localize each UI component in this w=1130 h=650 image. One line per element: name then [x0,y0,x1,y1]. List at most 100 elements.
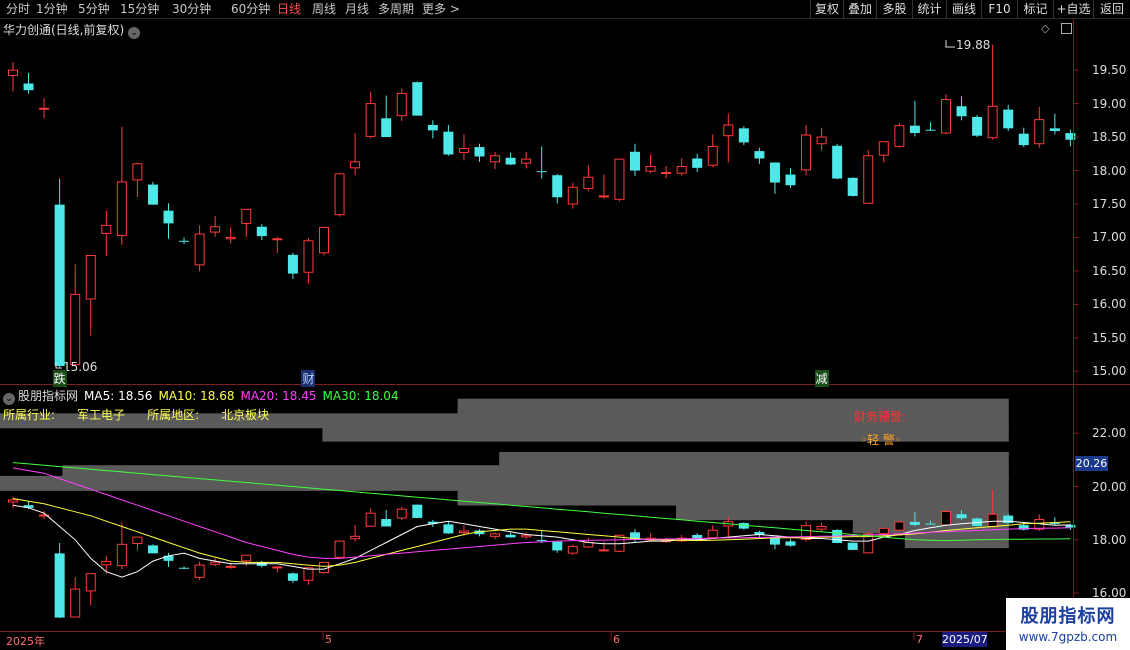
candle-body [412,82,423,116]
pane-divider [0,384,1130,385]
candle-body [272,238,283,241]
candle-body [863,155,874,204]
candle-body [972,116,983,136]
indicator-tick-label: 20.00 [1092,479,1127,494]
candle-body-indicator [287,573,298,581]
price-tick-label: 16.00 [1092,297,1127,312]
candle-body [536,171,547,173]
candle-body [132,163,143,181]
candle-body [147,184,158,205]
high-price-label: 19.88 [956,38,991,52]
ma30-value: MA30: 18.04 [322,389,399,403]
candle-body-indicator [909,521,920,525]
candle-body-indicator [101,561,112,566]
candle-body-indicator [490,533,501,537]
watermark: 股朋指标网 www.7gpzb.com [1006,598,1130,650]
candle-body-indicator [334,540,345,558]
candle-body [894,125,905,147]
candle-body [707,145,718,166]
candle-body [101,224,112,234]
industry-value: 军工电子 [77,408,126,422]
candle-body [225,236,236,240]
candle-body-indicator [210,561,221,565]
chevron-down-icon[interactable]: ⌄ [3,393,15,405]
candle-body-indicator [116,543,127,567]
candle-body [54,204,65,366]
signal-bar [499,451,1009,467]
candle-body [334,173,345,216]
candle-body-indicator [365,512,376,527]
candle-body [645,165,656,172]
candle-body-indicator [225,565,236,568]
candle-body [256,226,267,237]
candle-body [676,165,687,174]
candle-body [474,147,485,157]
candle-body [23,83,34,91]
indicator-tick-label: 22.00 [1092,426,1127,441]
price-tick-label: 17.00 [1092,230,1127,245]
candle-body-indicator [241,554,252,562]
candle-body-indicator [925,523,936,525]
axis-divider [1073,19,1074,631]
candle-body-indicator [443,524,454,534]
candle-body [458,147,469,153]
candle-body-indicator [132,536,143,545]
candle-body-indicator [816,525,827,530]
candle-body [381,118,392,138]
candle-body [552,175,563,198]
candle-body [832,145,843,179]
candle-body [303,240,314,273]
candle-body [614,158,625,200]
financial-warning: 财务预警: [854,410,907,424]
event-marker[interactable]: 财 [301,370,316,387]
candle-body-indicator [956,514,967,519]
candle-body [490,155,501,163]
candle-body-indicator [194,564,205,578]
candle-body [598,195,609,198]
low-price-label: 15.06 [63,360,98,374]
industry-info: 所属行业: 军工电子 所属地区: 北京板块 [3,406,291,423]
candle-body-indicator [567,545,578,554]
indicator-title: ⌄ 股朋指标网 MA5: 18.56 MA10: 18.68 MA20: 18.45 MA… [3,387,405,405]
candle-body [987,105,998,139]
candle-body [816,136,827,145]
event-marker[interactable]: 跌 [52,370,67,387]
candle-body-indicator [412,504,423,518]
candle-body [630,151,640,171]
candle-body-indicator [54,553,65,618]
price-tick-label: 18.50 [1092,130,1127,145]
region-value: 北京板块 [221,408,270,422]
candle-body [769,162,780,183]
candle-body-indicator [458,530,469,534]
price-tick-label: 18.00 [1092,163,1127,178]
candle-body [241,208,252,224]
price-tick-label: 16.50 [1092,263,1127,278]
candle-body [85,255,96,300]
indicator-name: 股朋指标网 [18,389,79,403]
candle-body-indicator [8,499,18,503]
candle-body-indicator [396,508,407,519]
candle-body-indicator [847,542,858,550]
date-label: 5 [325,633,332,646]
candle-body [661,172,672,175]
candle-body [847,177,858,196]
candle-body [350,161,361,169]
candle-body-indicator [505,534,516,538]
date-label: 2025年 [6,635,45,648]
candle-body-indicator [598,549,609,552]
candle-body-indicator [878,527,889,535]
candle-body [179,240,190,242]
candle-body [1018,133,1029,146]
candle-body-indicator [319,561,329,574]
region-label: 所属地区: [147,408,200,422]
candle-body [39,107,50,110]
candle-body [443,131,454,155]
candle-body-indicator [521,534,532,538]
candle-body [941,99,951,134]
watermark-title: 股朋指标网 [1020,606,1116,627]
candle-body [521,158,532,164]
event-marker[interactable]: 减 [814,370,829,387]
price-tick-label: 17.50 [1092,196,1127,211]
ma10-value: MA10: 18.68 [158,389,235,403]
candle-body [1049,128,1060,132]
